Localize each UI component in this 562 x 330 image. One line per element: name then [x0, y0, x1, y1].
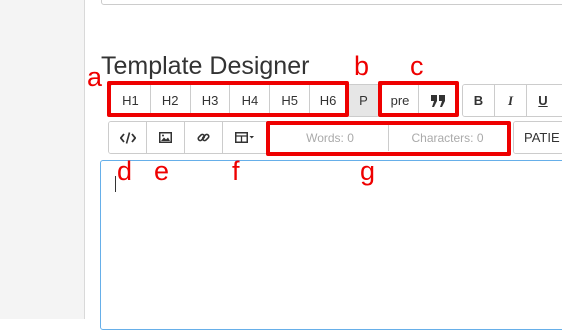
top-input-field[interactable]: [101, 0, 562, 5]
callout-letter-c: c: [410, 51, 424, 81]
text-caret: [115, 176, 116, 192]
patient-dropdown-label: PATIE: [514, 122, 562, 153]
callout-box-g: [266, 121, 511, 156]
callout-box-c: [378, 81, 459, 117]
text-format-group: B I U: [462, 84, 562, 117]
patient-dropdown[interactable]: PATIE: [513, 121, 562, 154]
left-edge-divider: [84, 0, 85, 319]
table-button[interactable]: [223, 122, 267, 153]
callout-letter-b: b: [354, 51, 370, 81]
insert-button-group: [108, 121, 268, 154]
template-editor[interactable]: [100, 160, 562, 330]
callout-letter-g: g: [360, 156, 376, 186]
paragraph-button[interactable]: P: [348, 85, 379, 116]
callout-letter-e: e: [154, 156, 170, 186]
image-button[interactable]: [147, 122, 185, 153]
code-button[interactable]: [109, 122, 147, 153]
link-button[interactable]: [185, 122, 223, 153]
callout-letter-a: a: [87, 62, 103, 92]
link-icon: [197, 131, 210, 144]
left-gutter: [0, 0, 84, 319]
bold-icon: B: [473, 93, 484, 108]
bold-button[interactable]: B: [463, 85, 495, 116]
italic-icon: I: [507, 92, 514, 108]
callout-letter-d: d: [117, 156, 133, 186]
callout-box-a: [107, 81, 349, 117]
callout-letter-f: f: [232, 156, 240, 186]
code-icon: [119, 131, 136, 144]
page-title: Template Designer: [101, 51, 310, 80]
italic-button[interactable]: I: [495, 85, 527, 116]
paragraph-button-group: P: [347, 84, 380, 117]
image-icon: [159, 132, 172, 143]
table-icon: [235, 132, 255, 143]
underline-button[interactable]: U: [527, 85, 559, 116]
underline-icon: U: [538, 93, 548, 108]
